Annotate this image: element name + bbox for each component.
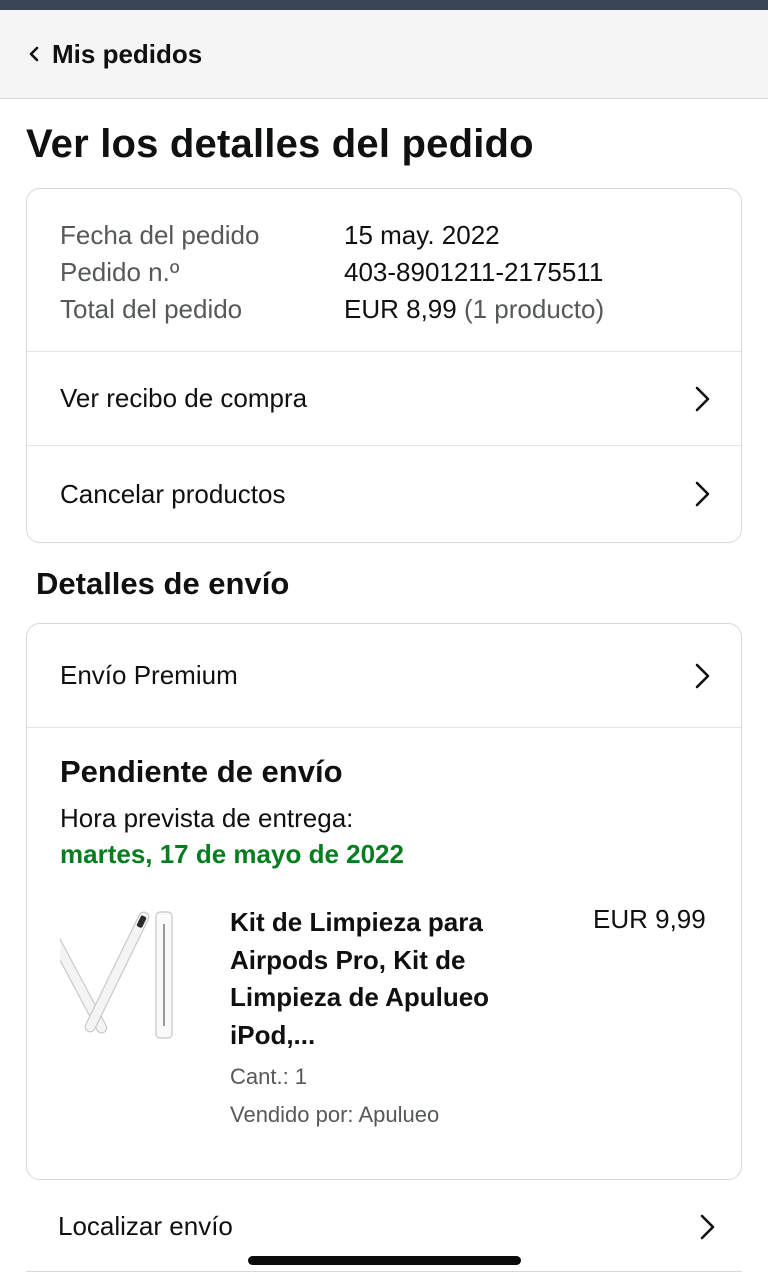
delivery-eta-label: Hora prevista de entrega:	[60, 803, 354, 833]
home-indicator[interactable]	[248, 1256, 521, 1265]
cancel-products-row[interactable]: Cancelar productos	[27, 446, 741, 542]
chevron-right-icon	[695, 386, 710, 411]
product-item[interactable]: Kit de Limpieza para Airpods Pro, Kit de…	[60, 904, 708, 1128]
chevron-left-icon	[29, 46, 39, 62]
order-summary: Fecha del pedido 15 may. 2022 Pedido n.º…	[27, 189, 741, 352]
shipment-status: Pendiente de envío	[60, 754, 343, 789]
view-receipt-label: Ver recibo de compra	[60, 383, 308, 413]
product-title[interactable]: Kit de Limpieza para Airpods Pro, Kit de…	[230, 904, 570, 1054]
order-total-label: Total del pedido	[60, 294, 243, 324]
chevron-right-icon	[700, 1214, 715, 1239]
status-bar-strip	[0, 0, 768, 10]
chevron-right-icon	[695, 481, 710, 507]
cancel-products-label: Cancelar productos	[60, 478, 286, 509]
order-summary-card: Fecha del pedido 15 may. 2022 Pedido n.º…	[26, 188, 742, 543]
order-date-label: Fecha del pedido	[60, 220, 260, 250]
product-quantity: Cant.: 1	[230, 1064, 308, 1089]
order-number-value: 403-8901211-2175511	[344, 257, 604, 287]
back-label: Mis pedidos	[52, 38, 203, 69]
order-date-row: Fecha del pedido 15 may. 2022	[60, 217, 741, 254]
delivery-eta-date: martes, 17 de mayo de 2022	[60, 839, 404, 869]
shipping-method-label: Envío Premium	[60, 660, 238, 690]
order-item-count: (1 producto)	[463, 294, 605, 324]
page-title: Ver los detalles del pedido	[26, 122, 534, 166]
shipment-block: Pendiente de envío Hora prevista de entr…	[27, 728, 741, 1128]
shipping-method-row[interactable]: Envío Premium	[27, 624, 741, 728]
order-number-label: Pedido n.º	[60, 257, 180, 287]
view-receipt-row[interactable]: Ver recibo de compra	[27, 352, 741, 446]
product-price: EUR 9,99	[593, 904, 706, 934]
track-shipment-label: Localizar envío	[58, 1211, 233, 1241]
order-total-value: EUR 8,99	[344, 294, 457, 324]
order-total-value-wrap: EUR 8,99 (1 producto)	[344, 291, 604, 328]
order-total-row: Total del pedido EUR 8,99 (1 producto)	[60, 291, 741, 328]
back-navigation-bar[interactable]: Mis pedidos	[0, 10, 768, 99]
product-info: Kit de Limpieza para Airpods Pro, Kit de…	[230, 904, 570, 1128]
shipping-card: Envío Premium Pendiente de envío Hora pr…	[26, 623, 742, 1180]
shipping-section-title: Detalles de envío	[36, 566, 290, 601]
order-number-row: Pedido n.º 403-8901211-2175511	[60, 254, 741, 291]
cleaning-pens-image[interactable]	[60, 904, 230, 1044]
chevron-right-icon	[695, 663, 710, 688]
order-date-value: 15 may. 2022	[344, 220, 500, 250]
product-seller: Vendido por: Apulueo	[230, 1102, 440, 1127]
